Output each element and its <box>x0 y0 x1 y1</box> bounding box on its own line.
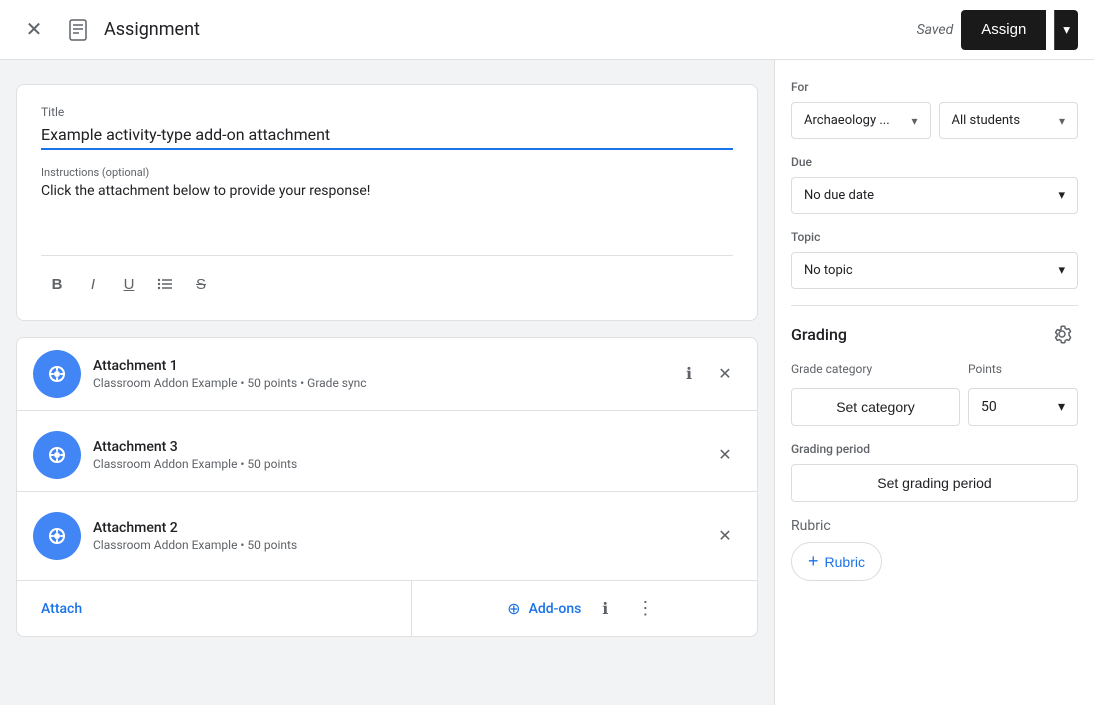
grading-divider <box>791 305 1078 306</box>
grading-period-label: Grading period <box>791 442 1078 456</box>
top-bar-left: ✕ Assignment <box>16 12 905 48</box>
attachment-remove-button[interactable]: ✕ <box>709 520 741 552</box>
list-item: Attachment 3 Classroom Addon Example • 5… <box>17 419 757 492</box>
page-title: Assignment <box>104 19 200 40</box>
topic-section-label: Topic <box>791 230 1078 244</box>
attachment-remove-button[interactable]: ✕ <box>709 439 741 471</box>
strikethrough-button[interactable]: S <box>185 268 217 300</box>
assign-dropdown-arrow: ▾ <box>1063 22 1070 38</box>
topic-value: No topic <box>804 263 853 278</box>
title-input[interactable] <box>41 125 733 144</box>
due-section-label: Due <box>791 155 1078 169</box>
addons-label: Add-ons <box>529 601 582 617</box>
main-layout: Title Instructions (optional) Click the … <box>0 60 1094 705</box>
instructions-text[interactable]: Click the attachment below to provide yo… <box>41 183 733 243</box>
bottom-bar: Attach ⊕ Add-ons ℹ ⋮ <box>17 580 757 636</box>
for-section-label: For <box>791 80 1078 94</box>
grading-label: Grading <box>791 325 847 344</box>
attachment-icon <box>33 431 81 479</box>
addons-button[interactable]: ⊕ Add-ons ℹ ⋮ <box>412 581 758 636</box>
top-bar-right: Saved Assign ▾ <box>917 10 1078 50</box>
list-item: Attachment 2 Classroom Addon Example • 5… <box>17 500 757 572</box>
title-field-wrapper: Title <box>41 105 733 150</box>
attachment-icon <box>33 350 81 398</box>
attachment-actions: ✕ <box>709 520 741 552</box>
addons-icon: ⊕ <box>507 599 520 618</box>
attachment-icon <box>33 512 81 560</box>
content-card: Title Instructions (optional) Click the … <box>16 84 758 321</box>
attachment-name: Attachment 3 <box>93 439 697 455</box>
rubric-section: Rubric + Rubric <box>791 518 1078 581</box>
addons-more-button[interactable]: ⋮ <box>629 593 661 625</box>
attachment-name: Attachment 1 <box>93 358 661 374</box>
underline-button[interactable]: U <box>113 268 145 300</box>
close-button[interactable]: ✕ <box>16 12 52 48</box>
left-panel: Title Instructions (optional) Click the … <box>0 60 774 705</box>
attachment-meta: Classroom Addon Example • 50 points • Gr… <box>93 376 661 390</box>
class-value: Archaeology ... <box>804 113 890 128</box>
saved-status: Saved <box>917 22 954 38</box>
set-category-button[interactable]: Set category <box>791 388 960 426</box>
attachment-actions: ℹ ✕ <box>673 358 741 390</box>
add-rubric-button[interactable]: + Rubric <box>791 542 882 581</box>
rubric-label: Rubric <box>791 518 1078 534</box>
students-value: All students <box>952 113 1021 128</box>
for-row: Archaeology ... ▾ All students ▾ <box>791 102 1078 139</box>
points-select[interactable]: 50 ▾ <box>968 388 1078 426</box>
list-item: Attachment 1 Classroom Addon Example • 5… <box>17 338 757 411</box>
assign-button[interactable]: Assign <box>961 10 1046 50</box>
class-chevron-icon: ▾ <box>911 114 917 128</box>
top-bar: ✕ Assignment Saved Assign ▾ <box>0 0 1094 60</box>
title-label: Title <box>41 105 733 119</box>
grade-category-label: Grade category <box>791 362 960 376</box>
addons-info-button[interactable]: ℹ <box>589 593 621 625</box>
students-select[interactable]: All students ▾ <box>939 102 1079 139</box>
attachment-remove-button[interactable]: ✕ <box>709 358 741 390</box>
attachment-info: Attachment 3 Classroom Addon Example • 5… <box>93 439 697 471</box>
grading-settings-button[interactable] <box>1046 318 1078 350</box>
grading-period-section: Grading period Set grading period <box>791 442 1078 502</box>
grading-labels-row: Grade category Points <box>791 362 1078 376</box>
bold-button[interactable]: B <box>41 268 73 300</box>
attachment-meta: Classroom Addon Example • 50 points <box>93 457 697 471</box>
attach-button[interactable]: Attach <box>17 581 412 636</box>
class-select[interactable]: Archaeology ... ▾ <box>791 102 931 139</box>
grading-controls: Set category 50 ▾ <box>791 388 1078 426</box>
instructions-field: Instructions (optional) Click the attach… <box>41 166 733 243</box>
attachment-info: Attachment 2 Classroom Addon Example • 5… <box>93 520 697 552</box>
topic-chevron-icon: ▾ <box>1058 263 1065 278</box>
points-label: Points <box>968 362 1078 376</box>
attachment-actions: ✕ <box>709 439 741 471</box>
attachments-container: Attachment 1 Classroom Addon Example • 5… <box>16 337 758 637</box>
right-panel: For Archaeology ... ▾ All students ▾ Due… <box>774 60 1094 705</box>
students-chevron-icon: ▾ <box>1059 114 1065 128</box>
points-chevron-icon: ▾ <box>1058 399 1065 415</box>
text-toolbar: B I U S <box>41 268 733 300</box>
italic-button[interactable]: I <box>77 268 109 300</box>
assign-dropdown-button[interactable]: ▾ <box>1054 10 1078 50</box>
attachment-name: Attachment 2 <box>93 520 697 536</box>
list-button[interactable] <box>149 268 181 300</box>
topic-select[interactable]: No topic ▾ <box>791 252 1078 289</box>
points-value: 50 <box>981 399 997 415</box>
due-date-chevron-icon: ▾ <box>1058 188 1065 203</box>
add-rubric-plus-icon: + <box>808 551 819 572</box>
document-icon <box>62 14 94 46</box>
due-date-select[interactable]: No due date ▾ <box>791 177 1078 214</box>
grading-title: Grading <box>791 318 1078 350</box>
toolbar-divider <box>41 255 733 256</box>
due-date-value: No due date <box>804 188 874 203</box>
instructions-label: Instructions (optional) <box>41 166 733 179</box>
attachment-info-button[interactable]: ℹ <box>673 358 705 390</box>
add-rubric-label: Rubric <box>825 554 865 570</box>
attachment-info: Attachment 1 Classroom Addon Example • 5… <box>93 358 661 390</box>
set-grading-period-button[interactable]: Set grading period <box>791 464 1078 502</box>
attach-label: Attach <box>41 601 82 617</box>
attachment-meta: Classroom Addon Example • 50 points <box>93 538 697 552</box>
